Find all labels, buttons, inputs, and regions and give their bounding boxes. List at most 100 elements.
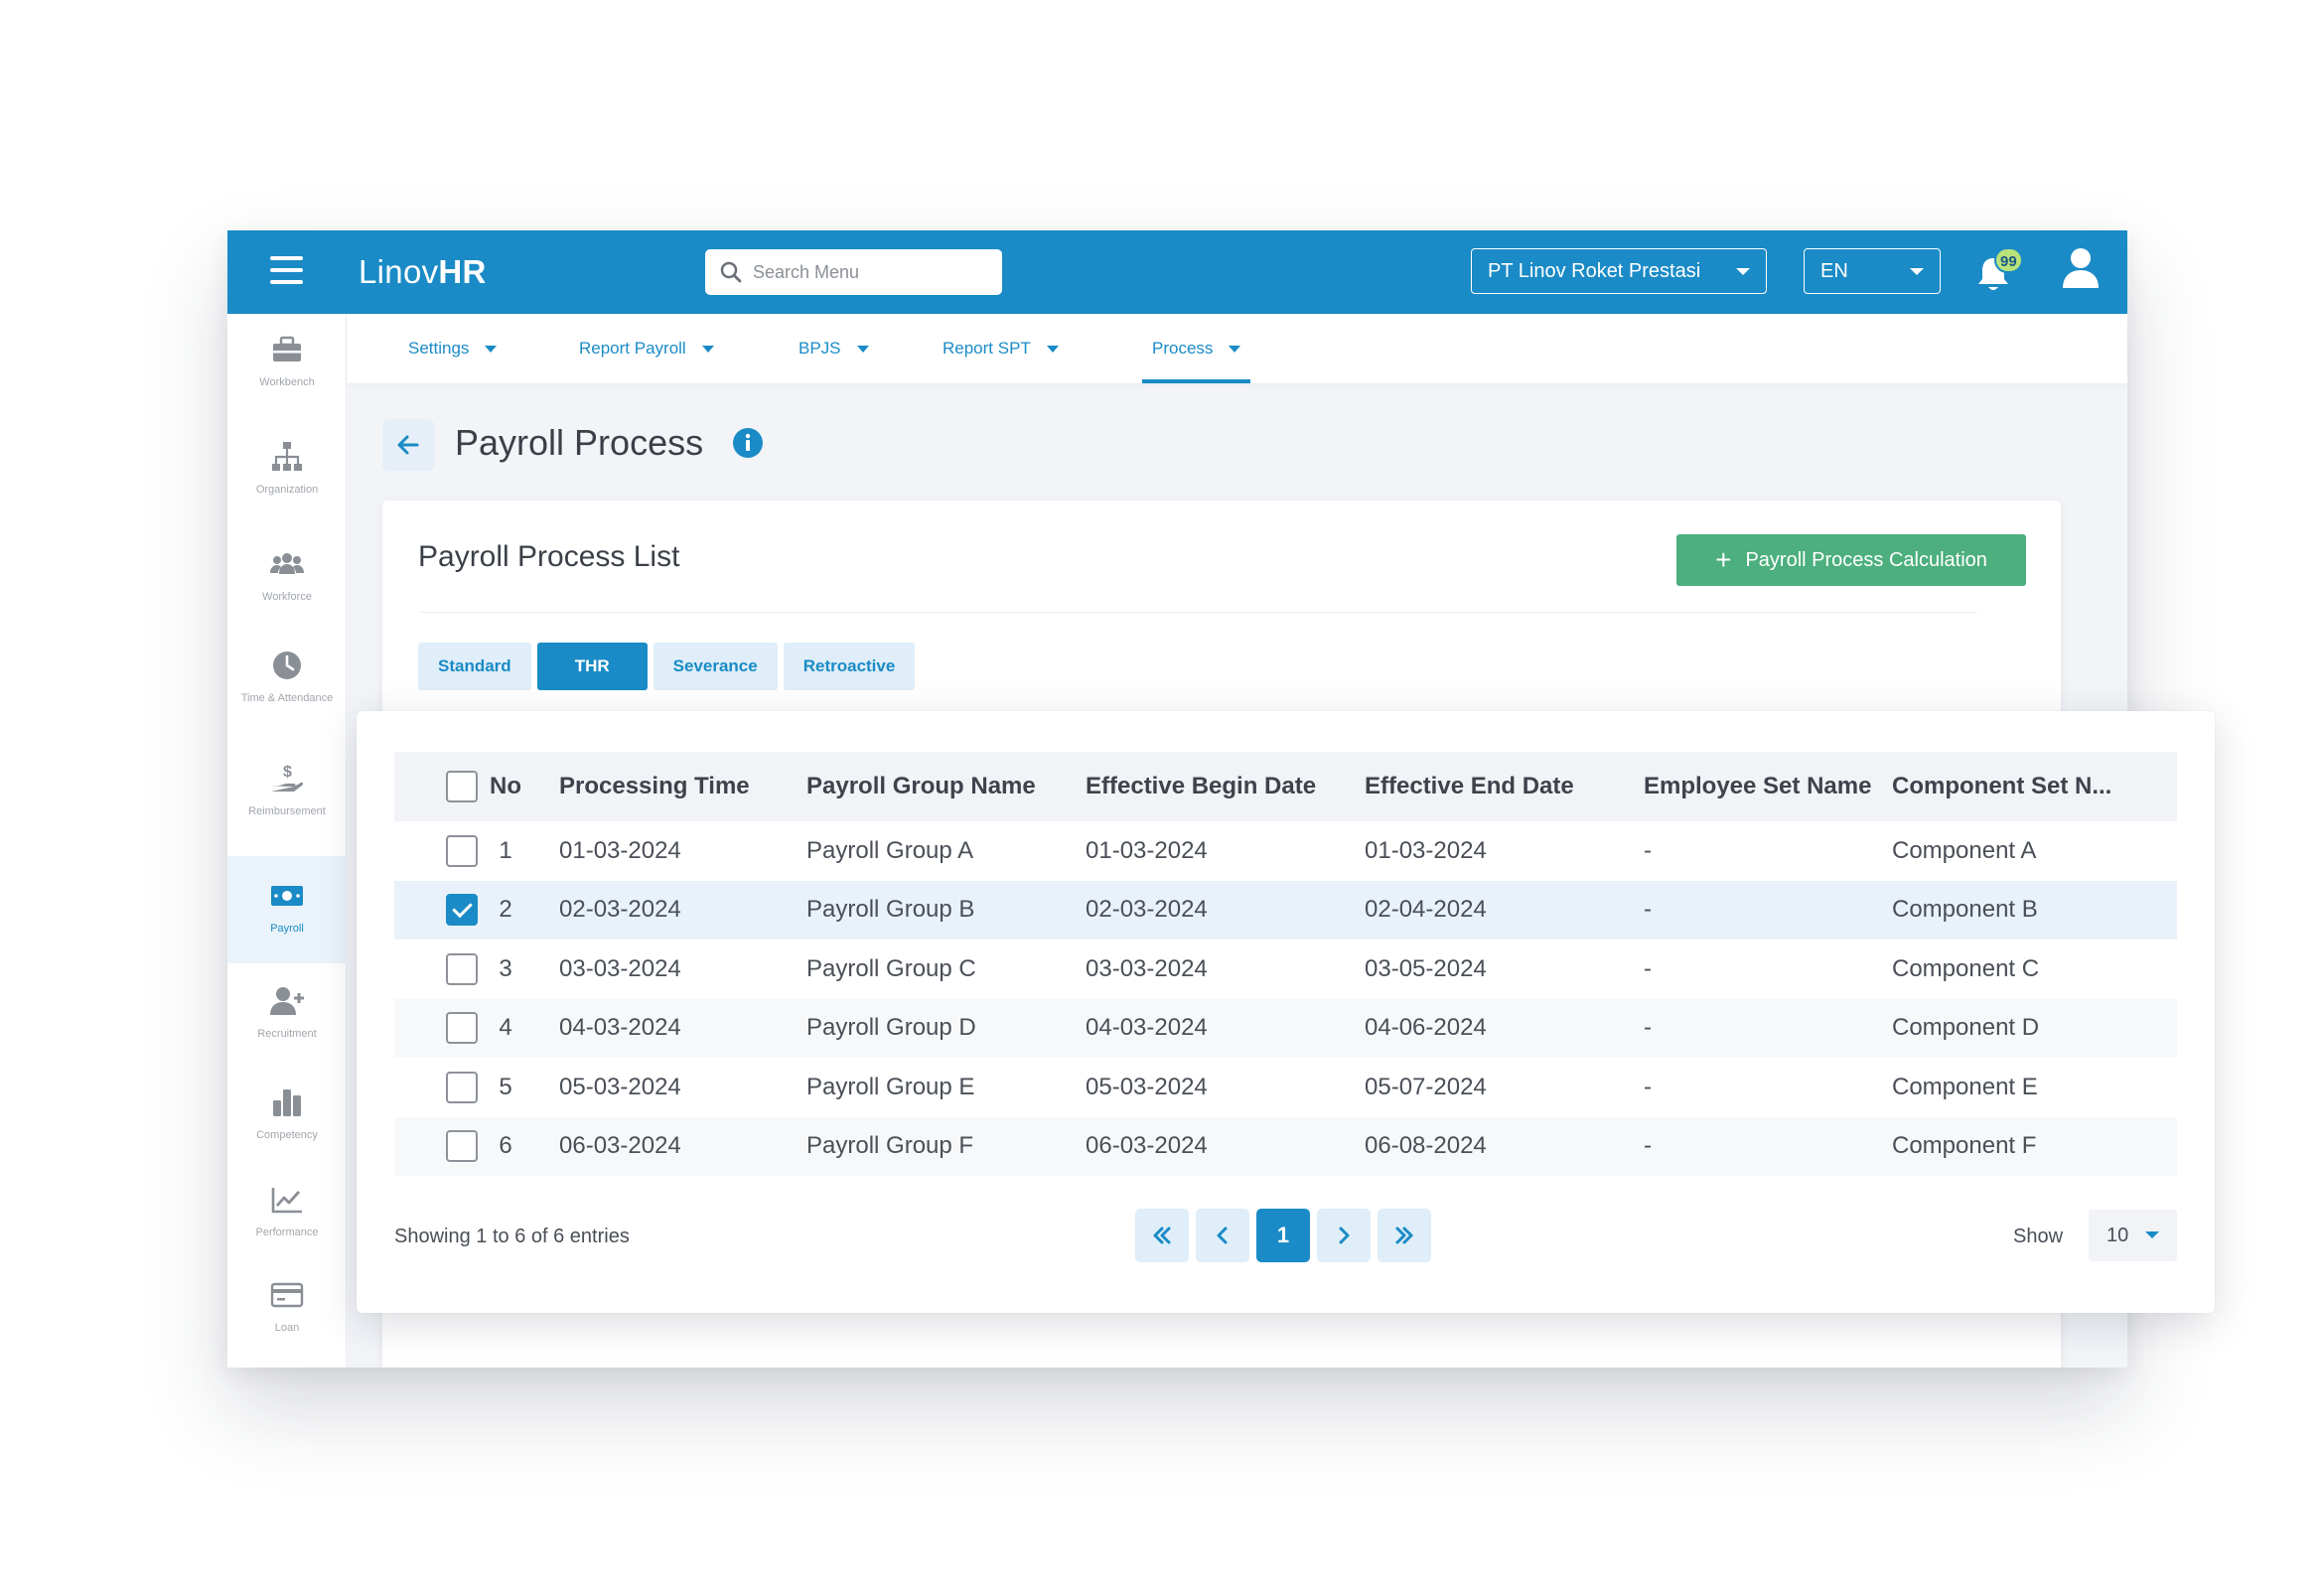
payroll-process-calculation-button[interactable]: + Payroll Process Calculation	[1676, 534, 2026, 586]
page-title: Payroll Process	[455, 422, 704, 463]
chevron-down-icon	[856, 345, 869, 353]
chevron-down-icon	[485, 345, 498, 353]
page-button-current[interactable]: 1	[1256, 1209, 1310, 1262]
sidebar-item-organization[interactable]: Organization	[227, 439, 347, 538]
cell-begin-date: 04-03-2024	[1086, 1014, 1208, 1042]
card-title: Payroll Process List	[418, 540, 680, 573]
row-checkbox[interactable]	[446, 1130, 478, 1163]
search-box[interactable]	[705, 249, 1002, 295]
column-header-component-set-name[interactable]: Component Set N...	[1892, 752, 2177, 821]
entries-summary: Showing 1 to 6 of 6 entries	[394, 1226, 630, 1247]
sidebar-item-workforce[interactable]: Workforce	[227, 546, 347, 646]
subnav-settings[interactable]: Settings	[408, 314, 498, 383]
chevron-down-icon	[1736, 268, 1750, 275]
row-checkbox[interactable]	[446, 1012, 478, 1045]
subnav-report-payroll[interactable]: Report Payroll	[579, 314, 714, 383]
sidebar-item-label: Reimbursement	[248, 805, 326, 817]
cell-begin-date: 05-03-2024	[1086, 1073, 1208, 1100]
cell-processing-time: 05-03-2024	[559, 1073, 681, 1100]
table-row[interactable]: 5 05-03-2024 Payroll Group E 05-03-2024 …	[394, 1058, 2177, 1117]
cell-employee-set: -	[1644, 1073, 1652, 1100]
toolbox-icon	[273, 336, 301, 361]
first-page-button[interactable]	[1135, 1209, 1189, 1262]
table-row[interactable]: 4 04-03-2024 Payroll Group D 04-03-2024 …	[394, 998, 2177, 1058]
payroll-process-table: No Processing Time Payroll Group Name Ef…	[394, 752, 2177, 1176]
page-size-select[interactable]: 10	[2089, 1210, 2177, 1261]
cell-end-date: 02-04-2024	[1365, 896, 1487, 924]
cell-payroll-group: Payroll Group C	[806, 954, 976, 982]
line-chart-icon	[271, 1188, 302, 1214]
search-input[interactable]	[753, 261, 991, 283]
language-select[interactable]: EN	[1804, 248, 1941, 294]
company-select[interactable]: PT Linov Roket Prestasi	[1471, 248, 1767, 294]
sidebar: Workbench Organization Workforce Time & …	[227, 314, 347, 1368]
cell-end-date: 05-07-2024	[1365, 1073, 1487, 1100]
tab-thr[interactable]: THR	[536, 643, 648, 690]
cell-end-date: 04-06-2024	[1365, 1014, 1487, 1042]
users-icon	[270, 553, 304, 574]
payroll-process-table-panel: No Processing Time Payroll Group Name Ef…	[357, 711, 2215, 1313]
sidebar-item-competency[interactable]: Competency	[227, 1084, 347, 1184]
column-header-effective-begin-date[interactable]: Effective Begin Date	[1086, 752, 1365, 821]
subnav-label: Process	[1152, 339, 1214, 358]
sidebar-item-reimbursement[interactable]: $ Reimbursement	[227, 761, 347, 860]
row-checkbox[interactable]	[446, 952, 478, 985]
last-page-button[interactable]	[1378, 1209, 1431, 1262]
sidebar-item-recruitment[interactable]: Recruitment	[227, 983, 347, 1083]
row-checkbox-cell	[394, 821, 482, 881]
info-icon[interactable]	[732, 427, 764, 459]
column-header-payroll-group-name[interactable]: Payroll Group Name	[806, 752, 1086, 821]
table-row[interactable]: 6 06-03-2024 Payroll Group F 06-03-2024 …	[394, 1116, 2177, 1176]
user-avatar-icon[interactable]	[2057, 244, 2105, 292]
row-checkbox[interactable]	[446, 1071, 478, 1103]
sidebar-item-workbench[interactable]: Workbench	[227, 332, 347, 431]
cell-payroll-group: Payroll Group D	[806, 1014, 976, 1042]
subnav-process[interactable]: Process	[1141, 314, 1251, 383]
sidebar-item-performance[interactable]: Performance	[227, 1182, 347, 1281]
tab-retroactive[interactable]: Retroactive	[783, 643, 916, 690]
select-all-checkbox[interactable]	[446, 771, 478, 802]
cell-end-date: 03-05-2024	[1365, 954, 1487, 982]
brand-logo[interactable]: LinovHR	[359, 253, 487, 291]
cell-no: 1	[499, 836, 512, 864]
cell-component-set: Component E	[1892, 1073, 2038, 1100]
cell-begin-date: 01-03-2024	[1086, 836, 1208, 864]
cell-payroll-group: Payroll Group A	[806, 836, 974, 864]
sidebar-item-payroll[interactable]: Payroll	[227, 856, 347, 963]
column-header-employee-set-name[interactable]: Employee Set Name	[1644, 752, 1892, 821]
column-header-processing-time[interactable]: Processing Time	[559, 752, 806, 821]
subnav-report-spt[interactable]: Report SPT	[943, 314, 1059, 383]
sidebar-item-loan[interactable]: Loan	[227, 1277, 347, 1368]
column-header-no[interactable]: No	[482, 752, 559, 821]
chevron-left-icon	[1217, 1227, 1228, 1244]
row-checkbox[interactable]	[446, 834, 478, 867]
tab-severance[interactable]: Severance	[653, 643, 778, 690]
divider	[418, 612, 1977, 613]
table-row[interactable]: 3 03-03-2024 Payroll Group C 03-03-2024 …	[394, 939, 2177, 999]
row-checkbox[interactable]	[446, 894, 478, 927]
hamburger-menu-icon[interactable]	[270, 256, 303, 286]
cell-employee-set: -	[1644, 896, 1652, 924]
tab-standard[interactable]: Standard	[418, 643, 531, 690]
cell-employee-set: -	[1644, 1132, 1652, 1160]
arrow-left-icon	[397, 435, 419, 455]
sub-navigation: Settings Report Payroll BPJS Report SPT …	[347, 314, 2127, 383]
sidebar-item-time-attendance[interactable]: Time & Attendance	[227, 648, 347, 747]
clock-icon	[273, 651, 301, 679]
sidebar-item-label: Organization	[255, 484, 319, 496]
sidebar-item-label: Payroll	[270, 923, 304, 935]
subnav-bpjs[interactable]: BPJS	[799, 314, 869, 383]
notification-badge: 99	[1994, 247, 2023, 273]
column-header-effective-end-date[interactable]: Effective End Date	[1365, 752, 1644, 821]
table-row[interactable]: 1 01-03-2024 Payroll Group A 01-03-2024 …	[394, 821, 2177, 881]
sidebar-item-label: Loan	[274, 1322, 300, 1334]
previous-page-button[interactable]	[1196, 1209, 1249, 1262]
cell-processing-time: 02-03-2024	[559, 896, 681, 924]
sidebar-item-label: Recruitment	[257, 1028, 317, 1040]
credit-card-icon	[270, 1282, 304, 1308]
back-button[interactable]	[382, 419, 434, 471]
table-row[interactable]: 2 02-03-2024 Payroll Group B 02-03-2024 …	[394, 880, 2177, 939]
plus-icon: +	[1715, 544, 1732, 575]
next-page-button[interactable]	[1317, 1209, 1371, 1262]
subnav-label: BPJS	[799, 339, 841, 358]
